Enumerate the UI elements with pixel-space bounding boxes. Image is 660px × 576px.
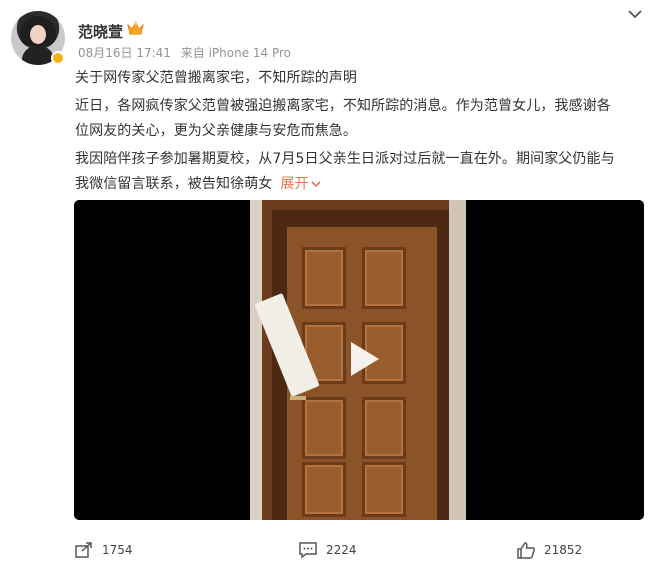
like-button[interactable]: 21852	[516, 541, 582, 559]
post-text-line: 位网友的关心，更为父亲健康与安危而焦急。	[75, 123, 357, 139]
post-text-truncated: 我微信留言联系，被告知徐萌女	[75, 176, 273, 192]
video-player[interactable]	[74, 200, 644, 520]
chevron-down-icon[interactable]	[628, 9, 642, 19]
post-text-title: 关于网传家父范曾搬离家宅，不知所踪的声明	[75, 70, 357, 86]
crown-icon	[127, 21, 144, 35]
comment-count: 2224	[326, 543, 357, 557]
expand-link[interactable]: 展开	[280, 176, 321, 192]
post-text-line: 我因陪伴孩子参加暑期夏校，从7月5日父亲生日派对过后就一直在外。期间家父仍能与	[75, 151, 615, 167]
like-count: 21852	[544, 543, 583, 557]
share-button[interactable]: 1754	[74, 541, 133, 559]
share-icon	[75, 542, 92, 558]
expand-label[interactable]: 展开	[280, 176, 308, 192]
post-meta: 08月16日 17:41 来自 iPhone 14 Pro	[78, 44, 297, 61]
comment-button[interactable]: 2224	[298, 541, 357, 559]
chevron-down-icon[interactable]	[311, 180, 321, 188]
post-source: 来自 iPhone 14 Pro	[180, 46, 292, 60]
share-count: 1754	[102, 543, 133, 557]
comment-icon	[299, 542, 317, 559]
username[interactable]: 范晓萱	[78, 21, 123, 42]
verified-badge	[51, 51, 65, 65]
action-bar: 1754 2224 21852	[0, 535, 660, 569]
thumbs-up-icon	[517, 542, 535, 559]
post-text-line: 近日，各网疯传家父范曾被强迫搬离家宅，不知所踪的消息。作为范曾女儿，我感谢各	[75, 98, 611, 114]
post-text-line: 我微信留言联系，被告知徐萌女 展开	[75, 173, 321, 193]
post-date[interactable]: 08月16日 17:41	[78, 46, 171, 60]
play-icon[interactable]	[337, 334, 387, 384]
